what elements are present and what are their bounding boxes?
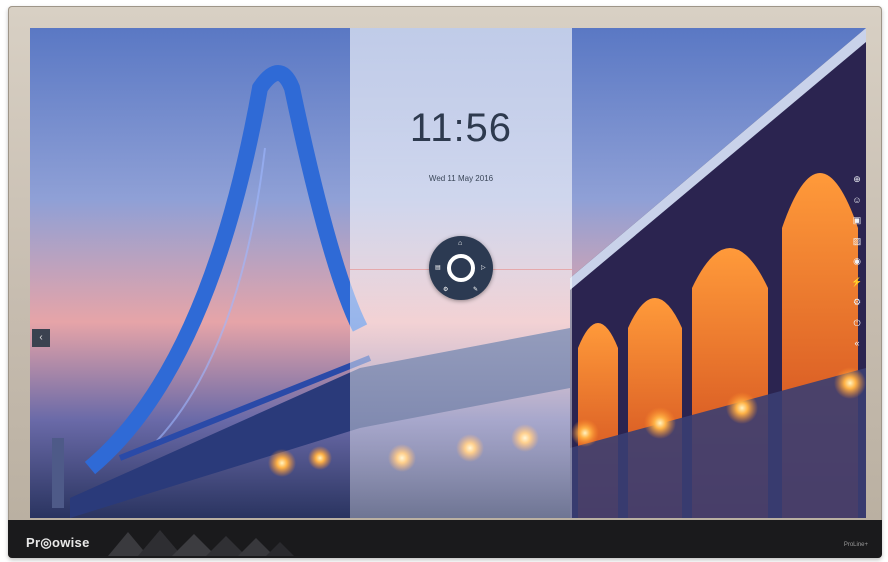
settings-icon[interactable]: ⚙: [850, 295, 864, 309]
dial-center-ring[interactable]: [447, 254, 475, 282]
eye-icon[interactable]: ◉: [850, 254, 864, 268]
dial-right-item[interactable]: ▷: [481, 264, 486, 271]
dial-settings-icon[interactable]: ⚙: [443, 286, 448, 293]
screen: 11:56 Wed 11 May 2016 ⌂ ▤ ▷ ⚙ ✎ ‹ ⊕ ☺ ▣ …: [30, 28, 866, 518]
clock-time: 11:56: [409, 106, 513, 150]
user-icon[interactable]: ☺: [850, 193, 864, 207]
power-icon[interactable]: ⏻: [850, 316, 864, 330]
menu-dial[interactable]: ⌂ ▤ ▷ ⚙ ✎: [429, 236, 493, 300]
add-icon[interactable]: ⊕: [850, 172, 864, 186]
left-drawer-handle[interactable]: ‹: [32, 329, 50, 347]
bezel-pattern: [108, 530, 294, 556]
brand-logo: Pr◎owise: [26, 535, 90, 550]
bolt-icon[interactable]: ⚡: [850, 275, 864, 289]
image-icon[interactable]: ▨: [850, 234, 864, 248]
home-icon[interactable]: ⌂: [458, 240, 462, 247]
dial-left-item[interactable]: ▤: [435, 264, 441, 271]
model-label: ProLine+: [843, 542, 868, 548]
collapse-icon[interactable]: «: [850, 336, 864, 350]
right-toolbar: ⊕ ☺ ▣ ▨ ◉ ⚡ ⚙ ⏻ «: [848, 166, 866, 356]
dial-pen-icon[interactable]: ✎: [473, 286, 478, 293]
clock-date: Wed 11 May 2016: [428, 174, 494, 183]
screen-icon[interactable]: ▣: [850, 213, 864, 227]
bezel-bottom: Pr◎owise ProLine+: [8, 520, 882, 558]
